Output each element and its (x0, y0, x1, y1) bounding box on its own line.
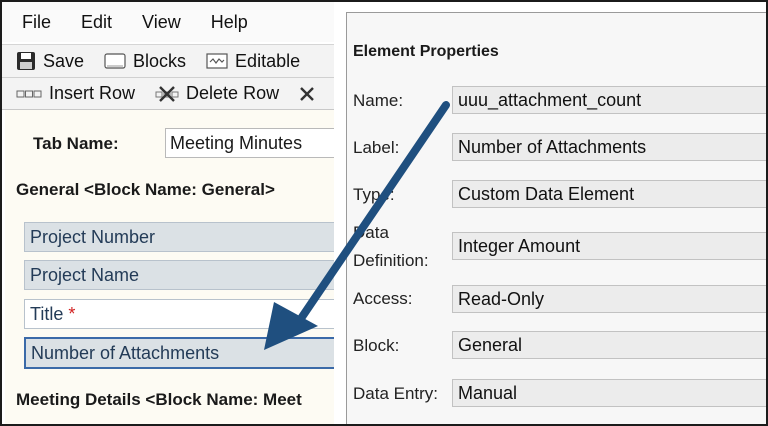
data-definition-label-line1: Data (353, 223, 389, 242)
type-label: Type: (353, 185, 395, 204)
section-header-general: General <Block Name: General> (16, 180, 275, 199)
menu-file[interactable]: File (22, 12, 51, 33)
field-title-label: Title (30, 304, 64, 324)
data-entry-label: Data Entry: (353, 384, 439, 403)
insert-row-icon (16, 89, 42, 99)
menu-edit[interactable]: Edit (81, 12, 112, 33)
name-label: Name: (353, 91, 404, 110)
editable-label: Editable (235, 50, 301, 71)
block-outline-icon (104, 53, 126, 69)
tab-name-label: Tab Name: (33, 134, 119, 153)
save-button[interactable]: Save (16, 51, 84, 72)
section-header-meeting-details: Meeting Details <Block Name: Meet (16, 390, 302, 409)
field-number-of-attachments[interactable]: Number of Attachments (24, 337, 354, 369)
access-label: Access: (353, 289, 413, 308)
close-x-icon (299, 86, 315, 102)
label-label: Label: (353, 138, 400, 157)
save-label: Save (43, 50, 85, 71)
editable-button[interactable]: Editable (206, 51, 300, 72)
field-project-number[interactable]: Project Number (24, 222, 354, 252)
blocks-label: Blocks (133, 50, 187, 71)
name-value[interactable]: uuu_attachment_count (452, 86, 766, 114)
toolbar-primary: Save Blocks Editable (2, 44, 342, 78)
block-value[interactable]: General (452, 331, 766, 359)
menu-view[interactable]: View (142, 12, 181, 33)
field-project-name[interactable]: Project Name (24, 260, 354, 290)
access-value[interactable]: Read-Only (452, 285, 766, 313)
data-entry-value[interactable]: Manual (452, 379, 766, 407)
insert-row-label: Insert Row (49, 83, 136, 103)
panel-title: Element Properties (353, 43, 499, 60)
toolbar-secondary: Insert Row Delete Row (2, 78, 342, 110)
properties-box: Element Properties Name: uuu_attachment_… (346, 12, 766, 424)
editable-field-icon (206, 53, 228, 69)
data-definition-value[interactable]: Integer Amount (452, 232, 766, 260)
insert-row-button[interactable]: Insert Row (16, 83, 135, 104)
menu-bar: File Edit View Help (2, 2, 342, 42)
delete-row-label: Delete Row (186, 83, 280, 103)
type-value[interactable]: Custom Data Element (452, 180, 766, 208)
delete-row-button[interactable]: Delete Row (155, 83, 279, 104)
data-definition-label-line2: Definition: (353, 251, 429, 270)
tab-name-row: Tab Name: Meeting Minutes (5, 126, 355, 162)
blocks-button[interactable]: Blocks (104, 51, 186, 72)
tab-name-input[interactable]: Meeting Minutes (165, 128, 355, 158)
floppy-disk-icon (16, 51, 36, 71)
delete-row-icon (155, 85, 179, 103)
form-canvas: Tab Name: Meeting Minutes General <Block… (5, 110, 355, 424)
form-designer-window: File Edit View Help Save Blocks Editable… (2, 2, 355, 424)
screenshot-frame: File Edit View Help Save Blocks Editable… (0, 0, 768, 426)
delete-button[interactable] (299, 86, 322, 102)
label-value[interactable]: Number of Attachments (452, 133, 766, 161)
field-title[interactable]: Title * (24, 299, 354, 329)
menu-help[interactable]: Help (211, 12, 248, 33)
element-properties-panel: Element Properties Name: uuu_attachment_… (334, 2, 766, 424)
block-label: Block: (353, 336, 400, 355)
required-marker: * (68, 304, 76, 324)
